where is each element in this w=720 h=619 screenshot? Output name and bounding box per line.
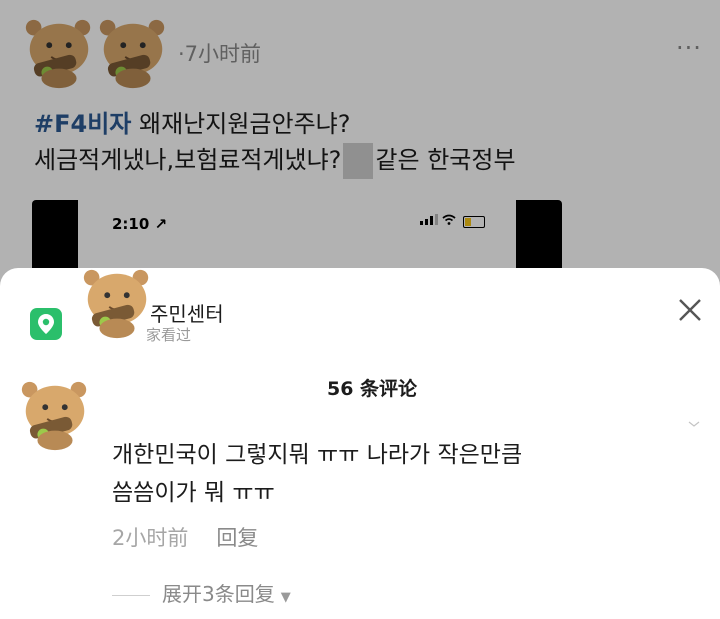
location-pin-icon xyxy=(30,308,62,340)
comment-timestamp: 2小时前 xyxy=(112,526,189,550)
post-line-2-end: 같은 한국정부 xyxy=(375,146,516,174)
comment-line-2: 씀씀이가 뭐 ㅠㅠ xyxy=(112,480,275,506)
more-dots-icon[interactable]: ··· xyxy=(676,34,702,62)
phone-bezel-left xyxy=(32,200,78,270)
battery-icon xyxy=(463,215,486,228)
post-header: ·7小时前 ··· xyxy=(0,14,720,89)
comments-sheet: 주민센터 家看过 56 条评论 개한민국이 그렇지뭐 ㅠㅠ 나라가 작은만큼 씀… xyxy=(0,268,720,619)
post-line-2-start: 세금적게냈나,보험료적게냈냐? xyxy=(34,146,342,174)
post-line-1: #F4비자 왜재난지원금안주냐? xyxy=(34,106,516,142)
avatar-sticker xyxy=(99,19,165,89)
post-body: #F4비자 왜재난지원금안주냐? 세금적게냈나,보험료적게냈냐? 같은 한국정부 xyxy=(34,106,516,179)
censored-block xyxy=(343,143,374,179)
wifi-icon xyxy=(442,214,456,225)
avatar-sticker xyxy=(83,269,149,339)
embedded-status-time: 2:10 ↗ xyxy=(112,215,168,233)
comment-line-1: 개한민국이 그렇지뭐 ㅠㅠ 나라가 작은만큼 xyxy=(112,442,523,468)
commenter-avatar[interactable] xyxy=(16,376,94,454)
expand-divider xyxy=(112,595,150,596)
phone-bezel-right xyxy=(516,200,562,270)
expand-replies-button[interactable]: 展开3条回复 ▼ xyxy=(112,578,291,607)
close-icon[interactable] xyxy=(674,294,706,326)
expand-replies-label: 展开3条回复 xyxy=(162,582,275,606)
comment-count-title: 56 条评论 xyxy=(0,374,720,401)
comment-count-label: 56 条评论 xyxy=(326,378,418,400)
comment-meta: 2小时前 回复 xyxy=(112,522,258,552)
embedded-status-icons xyxy=(420,214,486,229)
chevron-down-icon: ▼ xyxy=(280,590,291,605)
avatar-sticker xyxy=(25,19,91,89)
place-name[interactable]: 주민센터 xyxy=(150,298,224,327)
post-timestamp: ·7小时前 xyxy=(178,42,262,66)
background-post: ·7小时前 ··· #F4비자 왜재난지원금안주냐? 세금적게냈나,보험료적게냈… xyxy=(0,0,720,290)
hashtag-link[interactable]: #F4비자 xyxy=(34,110,131,138)
post-line-2: 세금적게냈나,보험료적게냈냐? 같은 한국정부 xyxy=(34,142,516,179)
place-subtitle: 家看过 xyxy=(146,326,192,344)
heart-icon[interactable] xyxy=(688,420,700,430)
reply-button[interactable]: 回复 xyxy=(216,526,258,550)
signal-icon xyxy=(420,214,438,225)
comment-body[interactable]: 개한민국이 그렇지뭐 ㅠㅠ 나라가 작은만큼 씀씀이가 뭐 ㅠㅠ xyxy=(112,436,672,512)
post-line-1-text: 왜재난지원금안주냐? xyxy=(131,110,351,138)
